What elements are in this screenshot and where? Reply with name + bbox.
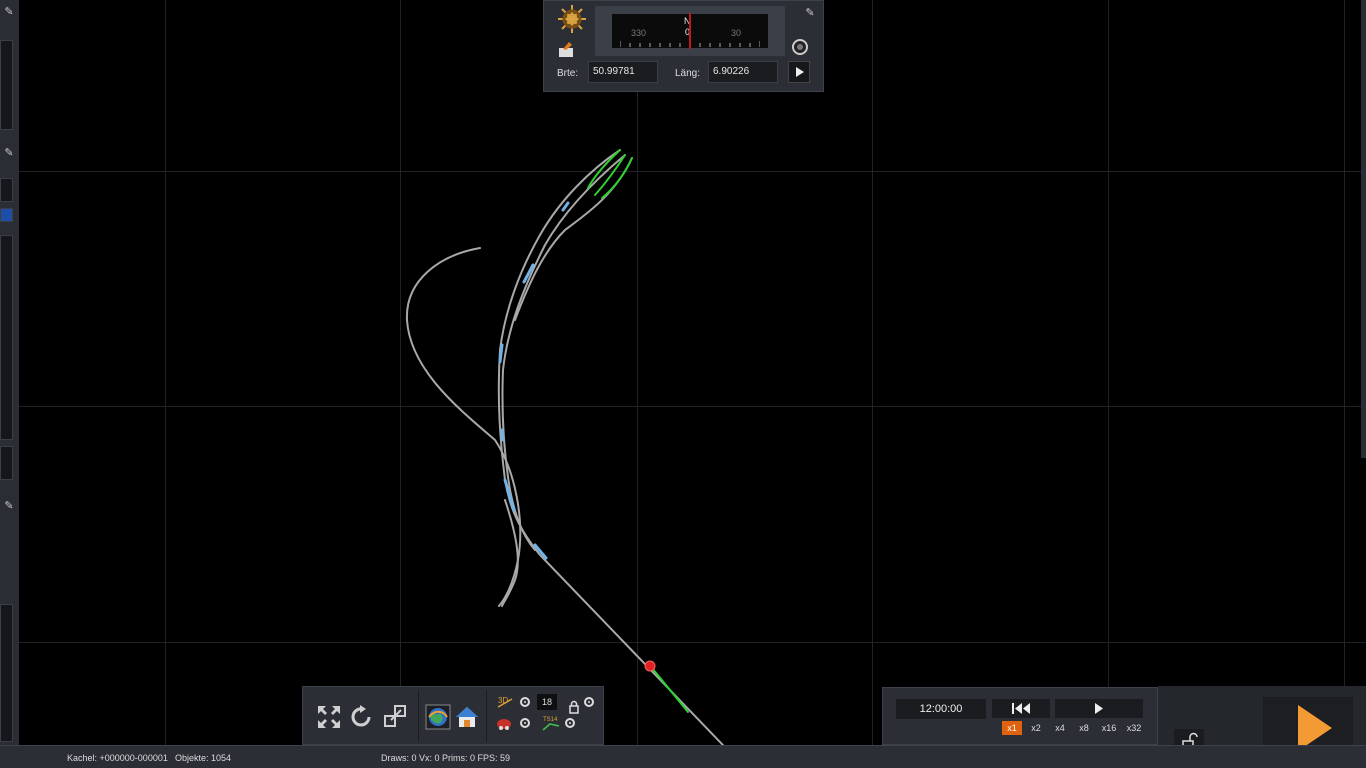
play-time-button[interactable]: [1055, 699, 1143, 718]
train-layer-radio[interactable]: [520, 718, 530, 728]
render-stats: Draws: 0 Vx: 0 Prims: 0 FPS: 59: [381, 753, 511, 763]
3d-layer-icon[interactable]: 3D: [497, 694, 513, 710]
track-main-1: [497, 149, 746, 768]
track-main-3: [514, 157, 633, 321]
track-highlight-1: [561, 201, 570, 212]
dock-panel-3[interactable]: [0, 235, 13, 440]
speed-x32-button[interactable]: x32: [1123, 721, 1145, 735]
ts14-layer-icon[interactable]: TS14: [542, 714, 560, 731]
latitude-label: Brte:: [557, 68, 579, 79]
lock-radio[interactable]: [584, 697, 594, 707]
dock-panel-4[interactable]: [0, 446, 13, 480]
speed-x1-button[interactable]: x1: [1002, 721, 1022, 735]
globe-view-icon[interactable]: [425, 704, 451, 730]
tile-status: Kachel: +000000-000001: [67, 753, 168, 763]
heading-label-30: 30: [731, 28, 742, 38]
right-dock-edge: [1361, 0, 1366, 458]
home-icon[interactable]: [454, 704, 480, 730]
dock-panel-2[interactable]: [0, 178, 13, 202]
train-layer-icon[interactable]: [496, 715, 512, 731]
dock-panel-1[interactable]: [0, 40, 13, 130]
track-highlight-3: [498, 343, 504, 364]
reset-rotation-icon[interactable]: [349, 704, 375, 730]
objects-status: Objekte: 1054: [175, 753, 232, 763]
lock-icon[interactable]: [566, 699, 582, 715]
layer-number-field[interactable]: 18: [537, 694, 557, 710]
pin-icon[interactable]: ✎: [802, 6, 818, 20]
latitude-field[interactable]: 50.99781: [588, 61, 658, 83]
clock-field[interactable]: 12:00:00: [896, 699, 986, 719]
expand-icon[interactable]: [316, 704, 342, 730]
longitude-field[interactable]: 6.90226: [708, 61, 778, 83]
3d-layer-radio[interactable]: [520, 697, 530, 707]
track-main-2: [501, 154, 626, 551]
heading-needle: [689, 13, 691, 49]
divider: [418, 690, 419, 742]
camera-icon[interactable]: [557, 40, 577, 58]
speed-x2-button[interactable]: x2: [1026, 721, 1046, 735]
divider: [486, 690, 487, 742]
position-marker: [644, 660, 656, 672]
window-resize-icon[interactable]: [383, 704, 409, 730]
ts14-layer-radio[interactable]: [565, 718, 575, 728]
track-selected-4: [651, 667, 689, 713]
dock-panel-selected[interactable]: [0, 208, 13, 222]
dock-panel-5[interactable]: [0, 604, 13, 742]
rewind-button[interactable]: [992, 699, 1050, 718]
svg-text:TS14: TS14: [543, 717, 558, 723]
speed-x16-button[interactable]: x16: [1098, 721, 1120, 735]
speed-x8-button[interactable]: x8: [1074, 721, 1094, 735]
goto-coordinates-button[interactable]: [788, 61, 810, 83]
pin-icon[interactable]: ✎: [1, 498, 17, 514]
compass-settings-icon[interactable]: [792, 39, 808, 55]
pin-icon[interactable]: ✎: [1, 145, 17, 161]
heading-label-330: 330: [631, 28, 647, 38]
speed-x4-button[interactable]: x4: [1050, 721, 1070, 735]
longitude-label: Läng:: [675, 68, 701, 79]
left-dock: ✎ ✎ ✎: [0, 0, 19, 745]
compass-wheel-icon[interactable]: [556, 3, 588, 35]
track-highlight-4: [500, 428, 505, 442]
track-map[interactable]: [0, 0, 1366, 768]
pin-icon[interactable]: ✎: [1, 4, 17, 20]
